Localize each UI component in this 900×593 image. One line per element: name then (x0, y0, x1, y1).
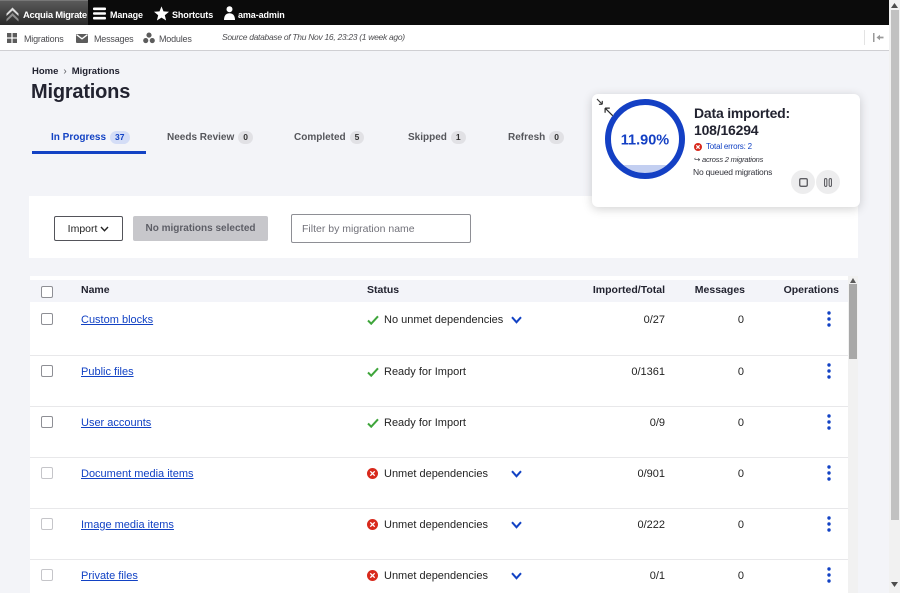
svg-text:11.90%: 11.90% (621, 133, 669, 149)
